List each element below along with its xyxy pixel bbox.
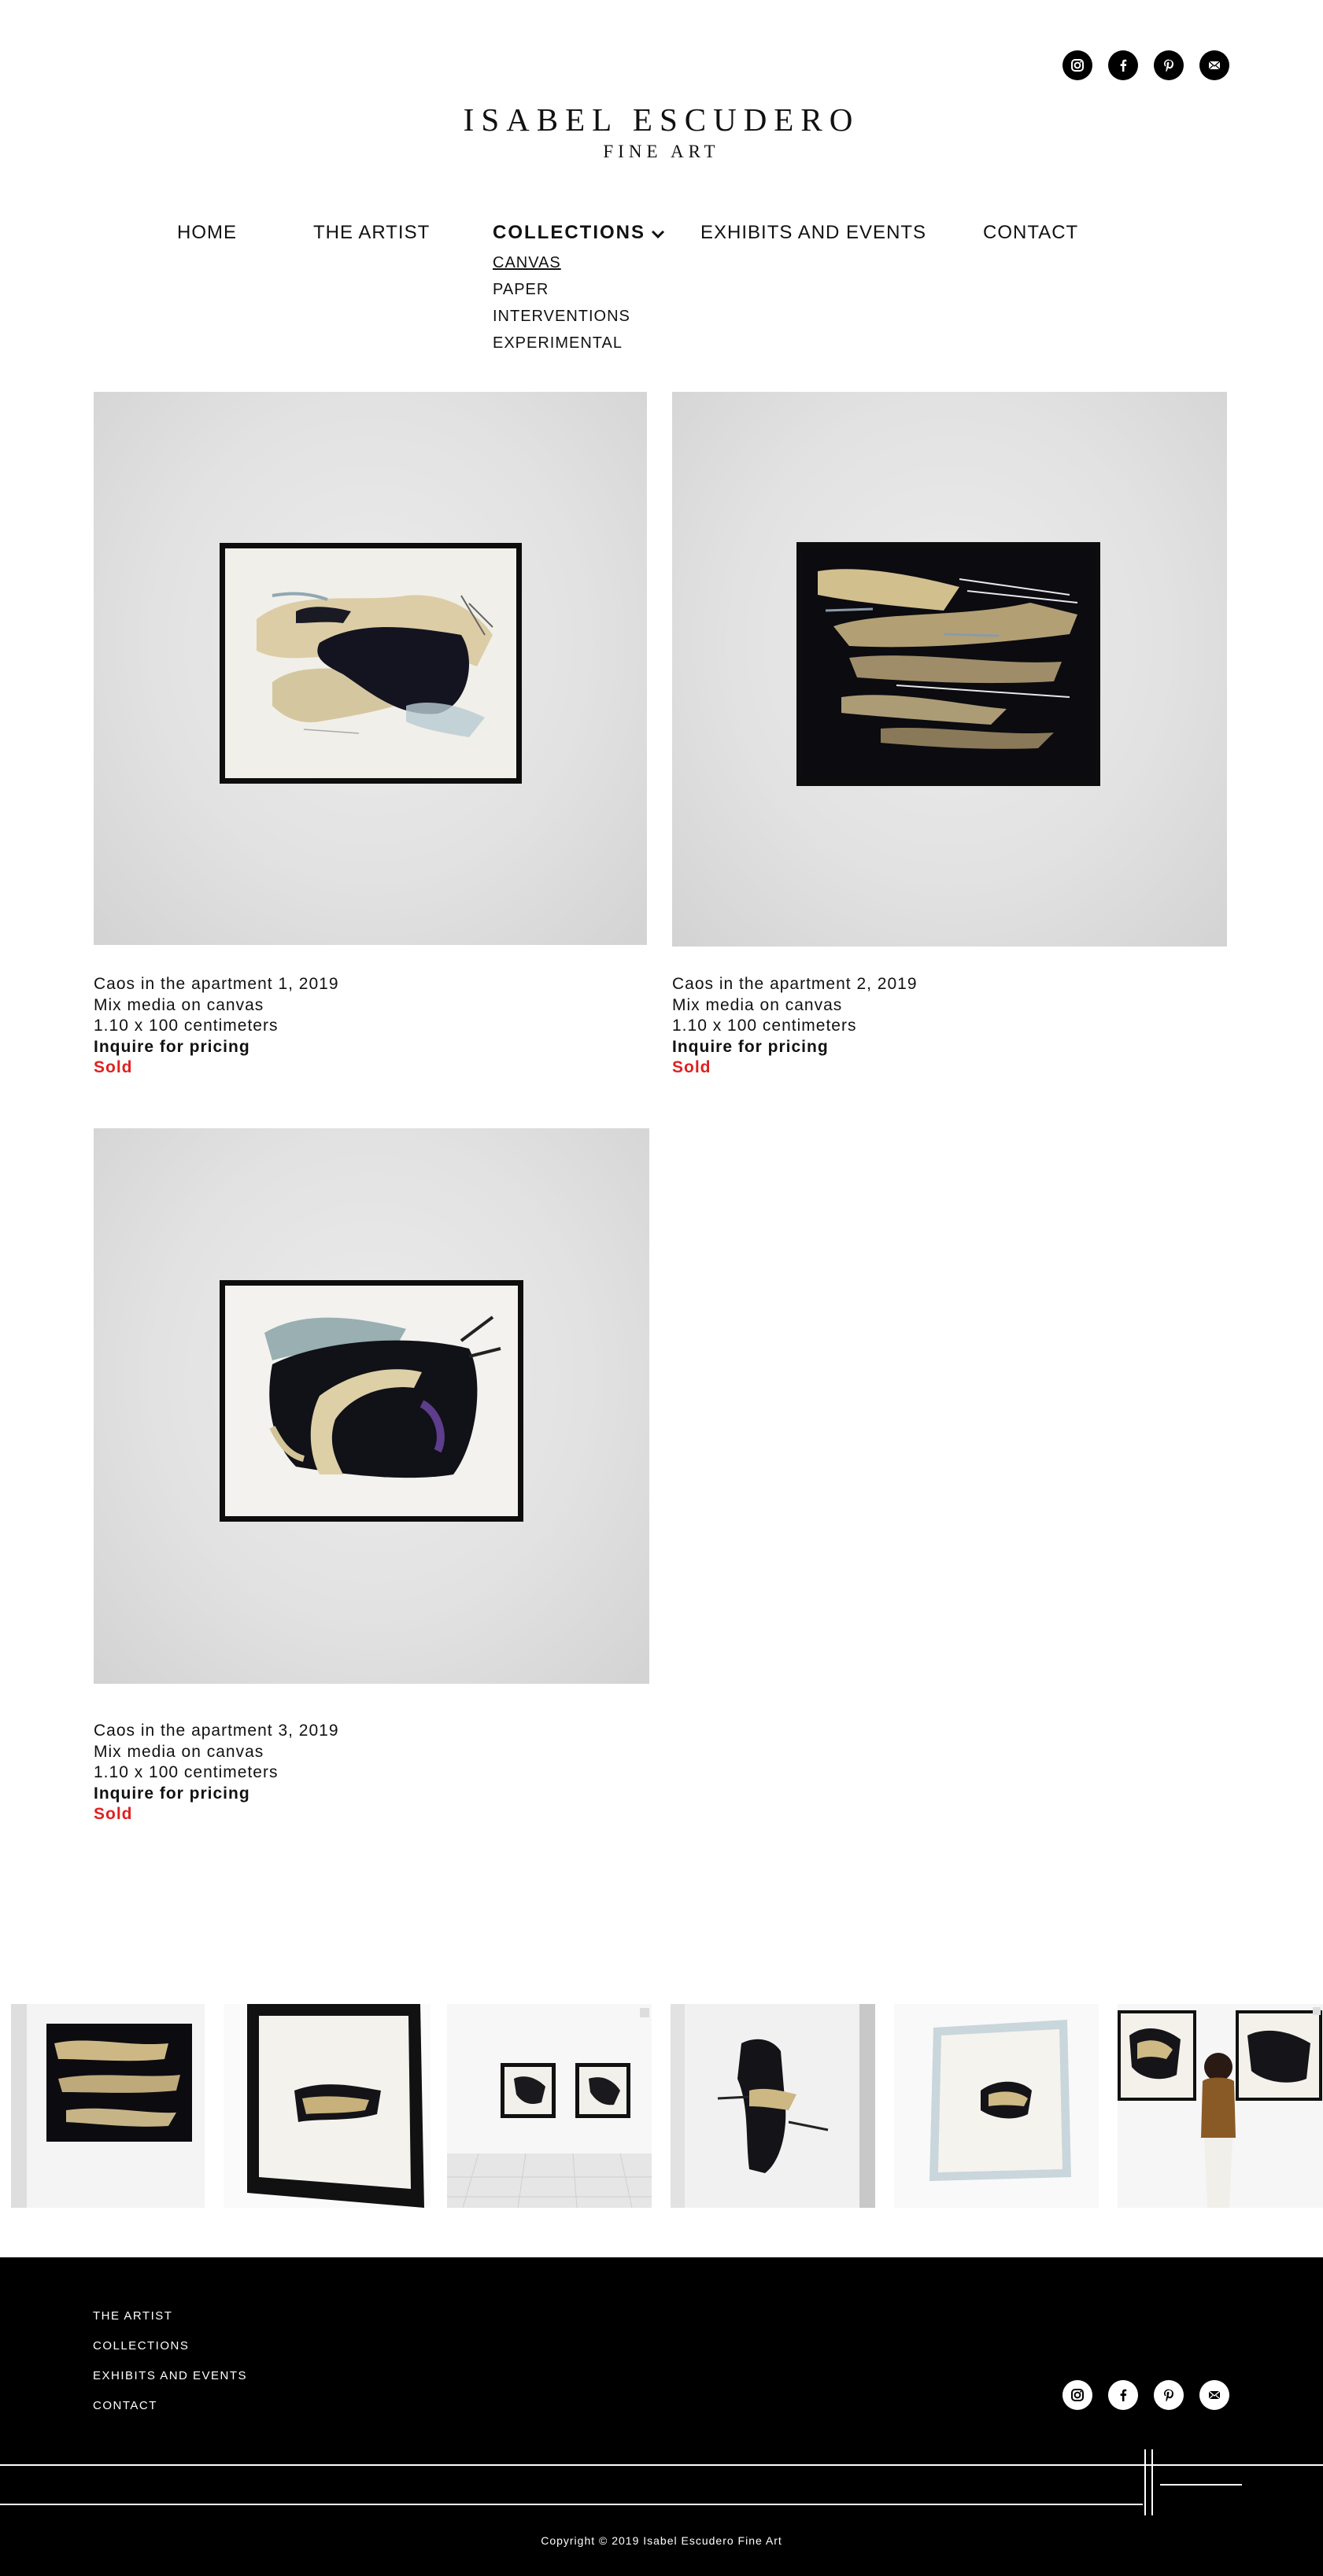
email-icon[interactable] [1199,2380,1229,2410]
logo-name: ISABEL ESCUDERO [463,101,860,138]
artwork-medium: Mix media on canvas [94,1742,264,1761]
site-logo[interactable]: ISABEL ESCUDERO FINE ART [0,104,1323,161]
pinterest-icon[interactable] [1154,50,1184,80]
instagram-icon[interactable] [1062,50,1092,80]
gallery-thumb[interactable] [894,2004,1099,2208]
artwork-caption-1: Caos in the apartment 1, 2019 Mix media … [94,974,339,1079]
facebook-icon[interactable] [1108,2380,1138,2410]
nav-exhibits-and-events[interactable]: EXHIBITS AND EVENTS [700,222,926,244]
artwork-price[interactable]: Inquire for pricing [94,1037,339,1058]
artwork-size: 1.10 x 100 centimeters [672,1017,857,1035]
footer-link-exhibits-and-events[interactable]: EXHIBITS AND EVENTS [93,2361,247,2391]
artwork-frame [220,543,522,784]
site-footer: THE ARTIST COLLECTIONS EXHIBITS AND EVEN… [0,2257,1323,2576]
footer-divider-line [0,2464,1323,2466]
footer-link-contact[interactable]: CONTACT [93,2391,247,2421]
artwork-image-3[interactable] [94,1128,649,1684]
submenu-paper[interactable]: PAPER [493,276,630,303]
collections-submenu: CANVAS PAPER INTERVENTIONS EXPERIMENTAL [493,249,630,356]
artwork-frame [220,1280,523,1522]
artwork-caption-2: Caos in the apartment 2, 2019 Mix media … [672,974,918,1079]
instagram-gallery-strip [0,2004,1323,2208]
logo-subtitle: FINE ART [603,142,720,161]
facebook-icon[interactable] [1108,50,1138,80]
footer-link-the-artist[interactable]: THE ARTIST [93,2301,247,2331]
nav-home[interactable]: HOME [177,222,237,244]
gallery-thumb[interactable] [11,2004,205,2208]
artwork-price[interactable]: Inquire for pricing [94,1784,339,1805]
social-links-header [1062,50,1229,80]
artwork-caption-3: Caos in the apartment 3, 2019 Mix media … [94,1721,339,1825]
artwork-frame [796,542,1100,786]
pinterest-icon[interactable] [1154,2380,1184,2410]
instagram-icon[interactable] [1062,2380,1092,2410]
artwork-status-sold: Sold [672,1058,711,1076]
artwork-title: Caos in the apartment 1, 2019 [94,975,339,993]
artwork-image-1[interactable] [94,392,647,945]
footer-nav: THE ARTIST COLLECTIONS EXHIBITS AND EVEN… [93,2301,247,2421]
artwork-image-2[interactable] [672,392,1227,947]
gallery-thumb[interactable] [447,2004,652,2208]
footer-divider-line [1151,2449,1153,2515]
chevron-down-icon[interactable] [650,227,666,242]
footer-divider-line [0,2504,1143,2505]
footer-divider-line [1160,2484,1242,2486]
nav-contact[interactable]: CONTACT [983,222,1078,244]
artwork-size: 1.10 x 100 centimeters [94,1763,279,1781]
copyright-text: Copyright © 2019 Isabel Escudero Fine Ar… [541,2534,782,2547]
gallery-thumb[interactable] [224,2004,431,2208]
artwork-size: 1.10 x 100 centimeters [94,1017,279,1035]
submenu-canvas[interactable]: CANVAS [493,249,630,276]
social-links-footer [1062,2380,1229,2410]
artwork-price[interactable]: Inquire for pricing [672,1037,918,1058]
artwork-title: Caos in the apartment 2, 2019 [672,975,918,993]
artwork-medium: Mix media on canvas [672,995,843,1014]
artwork-status-sold: Sold [94,1058,133,1076]
artwork-status-sold: Sold [94,1805,133,1823]
artwork-medium: Mix media on canvas [94,995,264,1014]
nav-the-artist[interactable]: THE ARTIST [313,222,430,244]
footer-divider-line [1144,2449,1146,2515]
nav-collections[interactable]: COLLECTIONS [493,222,645,244]
submenu-experimental[interactable]: EXPERIMENTAL [493,330,630,356]
gallery-thumb[interactable] [671,2004,875,2208]
email-icon[interactable] [1199,50,1229,80]
submenu-interventions[interactable]: INTERVENTIONS [493,303,630,330]
gallery-thumb[interactable] [1118,2004,1323,2208]
artwork-title: Caos in the apartment 3, 2019 [94,1722,339,1740]
footer-link-collections[interactable]: COLLECTIONS [93,2331,247,2361]
